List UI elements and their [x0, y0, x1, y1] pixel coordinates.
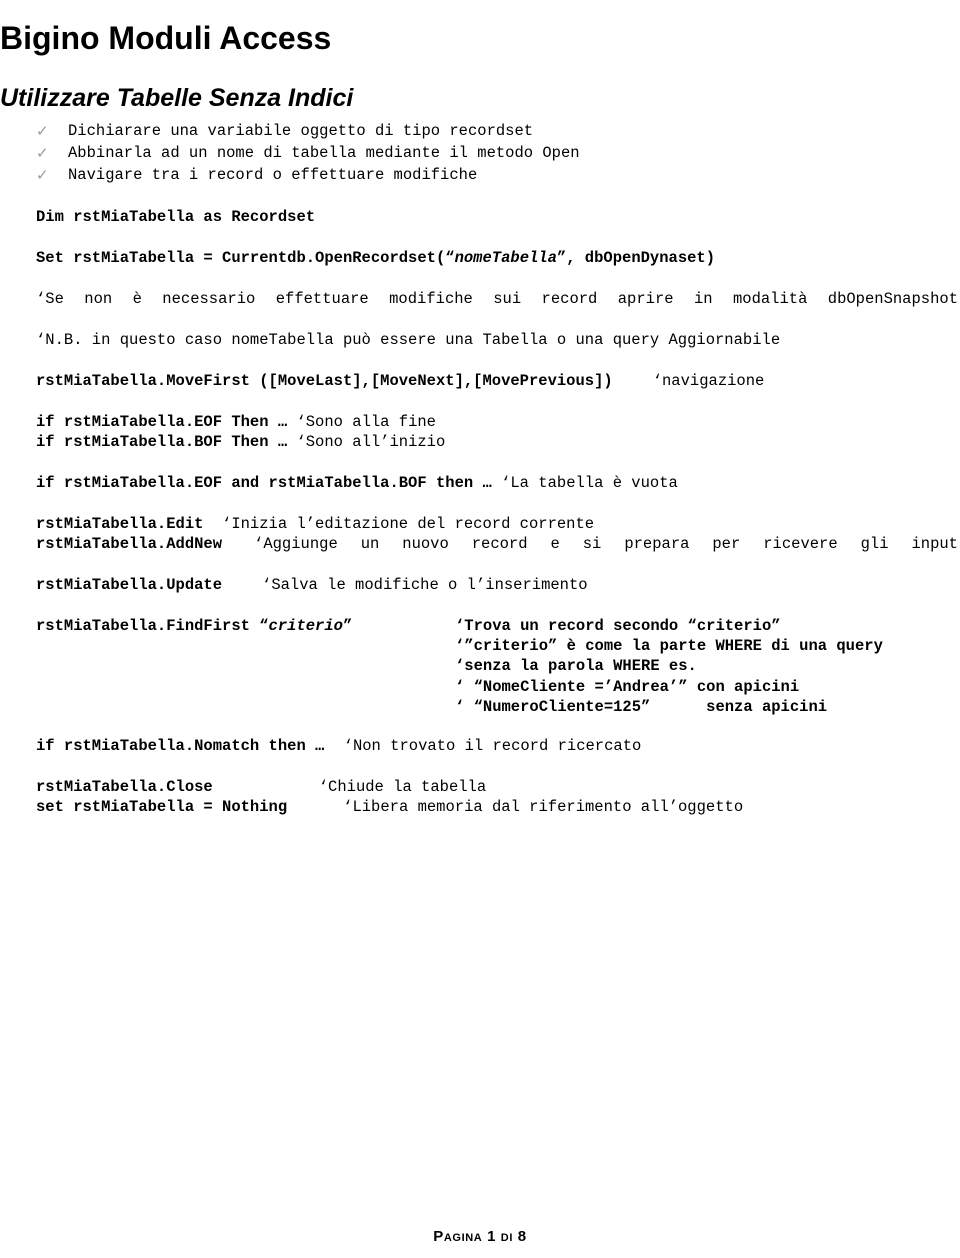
code-line-empty-test: if rstMiaTabella.EOF and rstMiaTabella.B…	[36, 473, 678, 494]
code-findfirst-suffix: ”	[342, 617, 353, 635]
list-item-label: Dichiarare una variabile oggetto di tipo…	[68, 122, 534, 140]
page-title: Bigino Moduli Access	[0, 20, 332, 57]
code-update: rstMiaTabella.Update	[36, 576, 223, 594]
comment-update: ‘Salva le modifiche o l’inserimento	[262, 576, 588, 594]
code-line-addnew: rstMiaTabella.AddNew ‘Aggiunge un nuovo r…	[36, 534, 958, 575]
comment-movefirst: ‘navigazione	[652, 372, 765, 390]
page-subtitle: Utilizzare Tabelle Senza Indici	[0, 83, 354, 112]
code-line-update: rstMiaTabella.Update ‘Salva le modifiche …	[36, 575, 588, 596]
comment-nothing: ‘Libera memoria dal riferimento all’ogge…	[343, 798, 744, 816]
comment-findfirst-1: ‘Trova un record secondo “criterio”	[455, 617, 781, 635]
code-line-set: Set rstMiaTabella = Currentdb.OpenRecord…	[36, 248, 715, 269]
objectives-list: ✓ Dichiarare una variabile oggetto di ti…	[0, 120, 960, 186]
code-edit: rstMiaTabella.Edit	[36, 515, 223, 533]
code-set-prefix: Set rstMiaTabella = Currentdb.OpenRecord…	[36, 249, 455, 267]
list-item: ✓ Dichiarare una variabile oggetto di ti…	[0, 120, 960, 142]
code-line-eof: if rstMiaTabella.EOF Then … ‘Sono alla f…	[36, 412, 436, 433]
comment-findfirst-3: ‘senza la parola WHERE es.	[455, 657, 697, 675]
list-item: ✓ Navigare tra i record o effettuare mod…	[0, 164, 960, 186]
comment-findfirst-5: ‘ “NumeroCliente=125” senza apicini	[455, 698, 828, 716]
list-item-label: Navigare tra i record o effettuare modif…	[68, 166, 478, 184]
code-nomatch: if rstMiaTabella.Nomatch then …	[36, 737, 334, 755]
comment-addnew: ‘Aggiunge un nuovo record e si prepara p…	[254, 535, 958, 553]
checkmark-icon: ✓	[36, 122, 49, 140]
code-set-param: nomeTabella	[454, 249, 557, 267]
code-findfirst-param: criterio	[268, 617, 343, 635]
code-set-suffix: ”, dbOpenDynaset)	[556, 249, 716, 267]
list-item-label: Abbinarla ad un nome di tabella mediante…	[68, 144, 580, 162]
comment-empty-test: ‘La tabella è vuota	[501, 474, 678, 492]
code-line-edit: rstMiaTabella.Edit ‘Inizia l’editazione …	[36, 514, 594, 535]
comment-snapshot: ‘Se non è necessario effettuare modifich…	[36, 290, 958, 308]
code-findfirst-prefix: rstMiaTabella.FindFirst “	[36, 617, 269, 635]
comment-close: ‘Chiude la tabella	[318, 778, 487, 796]
code-line-nomatch: if rstMiaTabella.Nomatch then … ‘Non tro…	[36, 736, 641, 757]
code-empty-test: if rstMiaTabella.EOF and rstMiaTabella.B…	[36, 474, 502, 492]
code-movefirst: rstMiaTabella.MoveFirst ([MoveLast],[Mov…	[36, 372, 613, 390]
comment-bof: ‘Sono all’inizio	[296, 433, 446, 451]
list-item: ✓ Abbinarla ad un nome di tabella median…	[0, 142, 960, 164]
checkmark-icon: ✓	[36, 166, 49, 184]
comment-nomatch: ‘Non trovato il record ricercato	[343, 737, 642, 755]
document-page: Bigino Moduli Access Utilizzare Tabelle …	[0, 0, 960, 1258]
code-nothing: set rstMiaTabella = Nothing	[36, 798, 288, 816]
comment-findfirst-4: ‘ “NomeCliente =’Andrea’” con apicini	[455, 678, 800, 696]
checkmark-icon: ✓	[36, 144, 49, 162]
code-line-nothing: set rstMiaTabella = Nothing ‘Libera memor…	[36, 797, 743, 818]
code-addnew: rstMiaTabella.AddNew	[36, 535, 223, 553]
page-footer: Pagina 1 di 8	[433, 1228, 527, 1245]
code-line-close: rstMiaTabella.Close ‘Chiude la tabella	[36, 777, 486, 798]
comment-edit: ‘Inizia l’editazione del record corrente	[222, 515, 595, 533]
code-line-findfirst: rstMiaTabella.FindFirst “criterio”	[36, 616, 352, 637]
code-eof: if rstMiaTabella.EOF Then …	[36, 413, 297, 431]
code-line-bof: if rstMiaTabella.BOF Then … ‘Sono all’in…	[36, 432, 445, 453]
code-line-dim: Dim rstMiaTabella as Recordset	[36, 208, 316, 226]
code-close: rstMiaTabella.Close	[36, 778, 213, 796]
comment-findfirst-2: ‘”criterio” è come la parte WHERE di una…	[455, 637, 883, 655]
comment-eof: ‘Sono alla fine	[296, 413, 436, 431]
comment-nb: ‘N.B. in questo caso nomeTabella può ess…	[36, 331, 781, 349]
code-line-movefirst: rstMiaTabella.MoveFirst ([MoveLast],[Mov…	[36, 371, 764, 392]
code-bof: if rstMiaTabella.BOF Then …	[36, 433, 297, 451]
